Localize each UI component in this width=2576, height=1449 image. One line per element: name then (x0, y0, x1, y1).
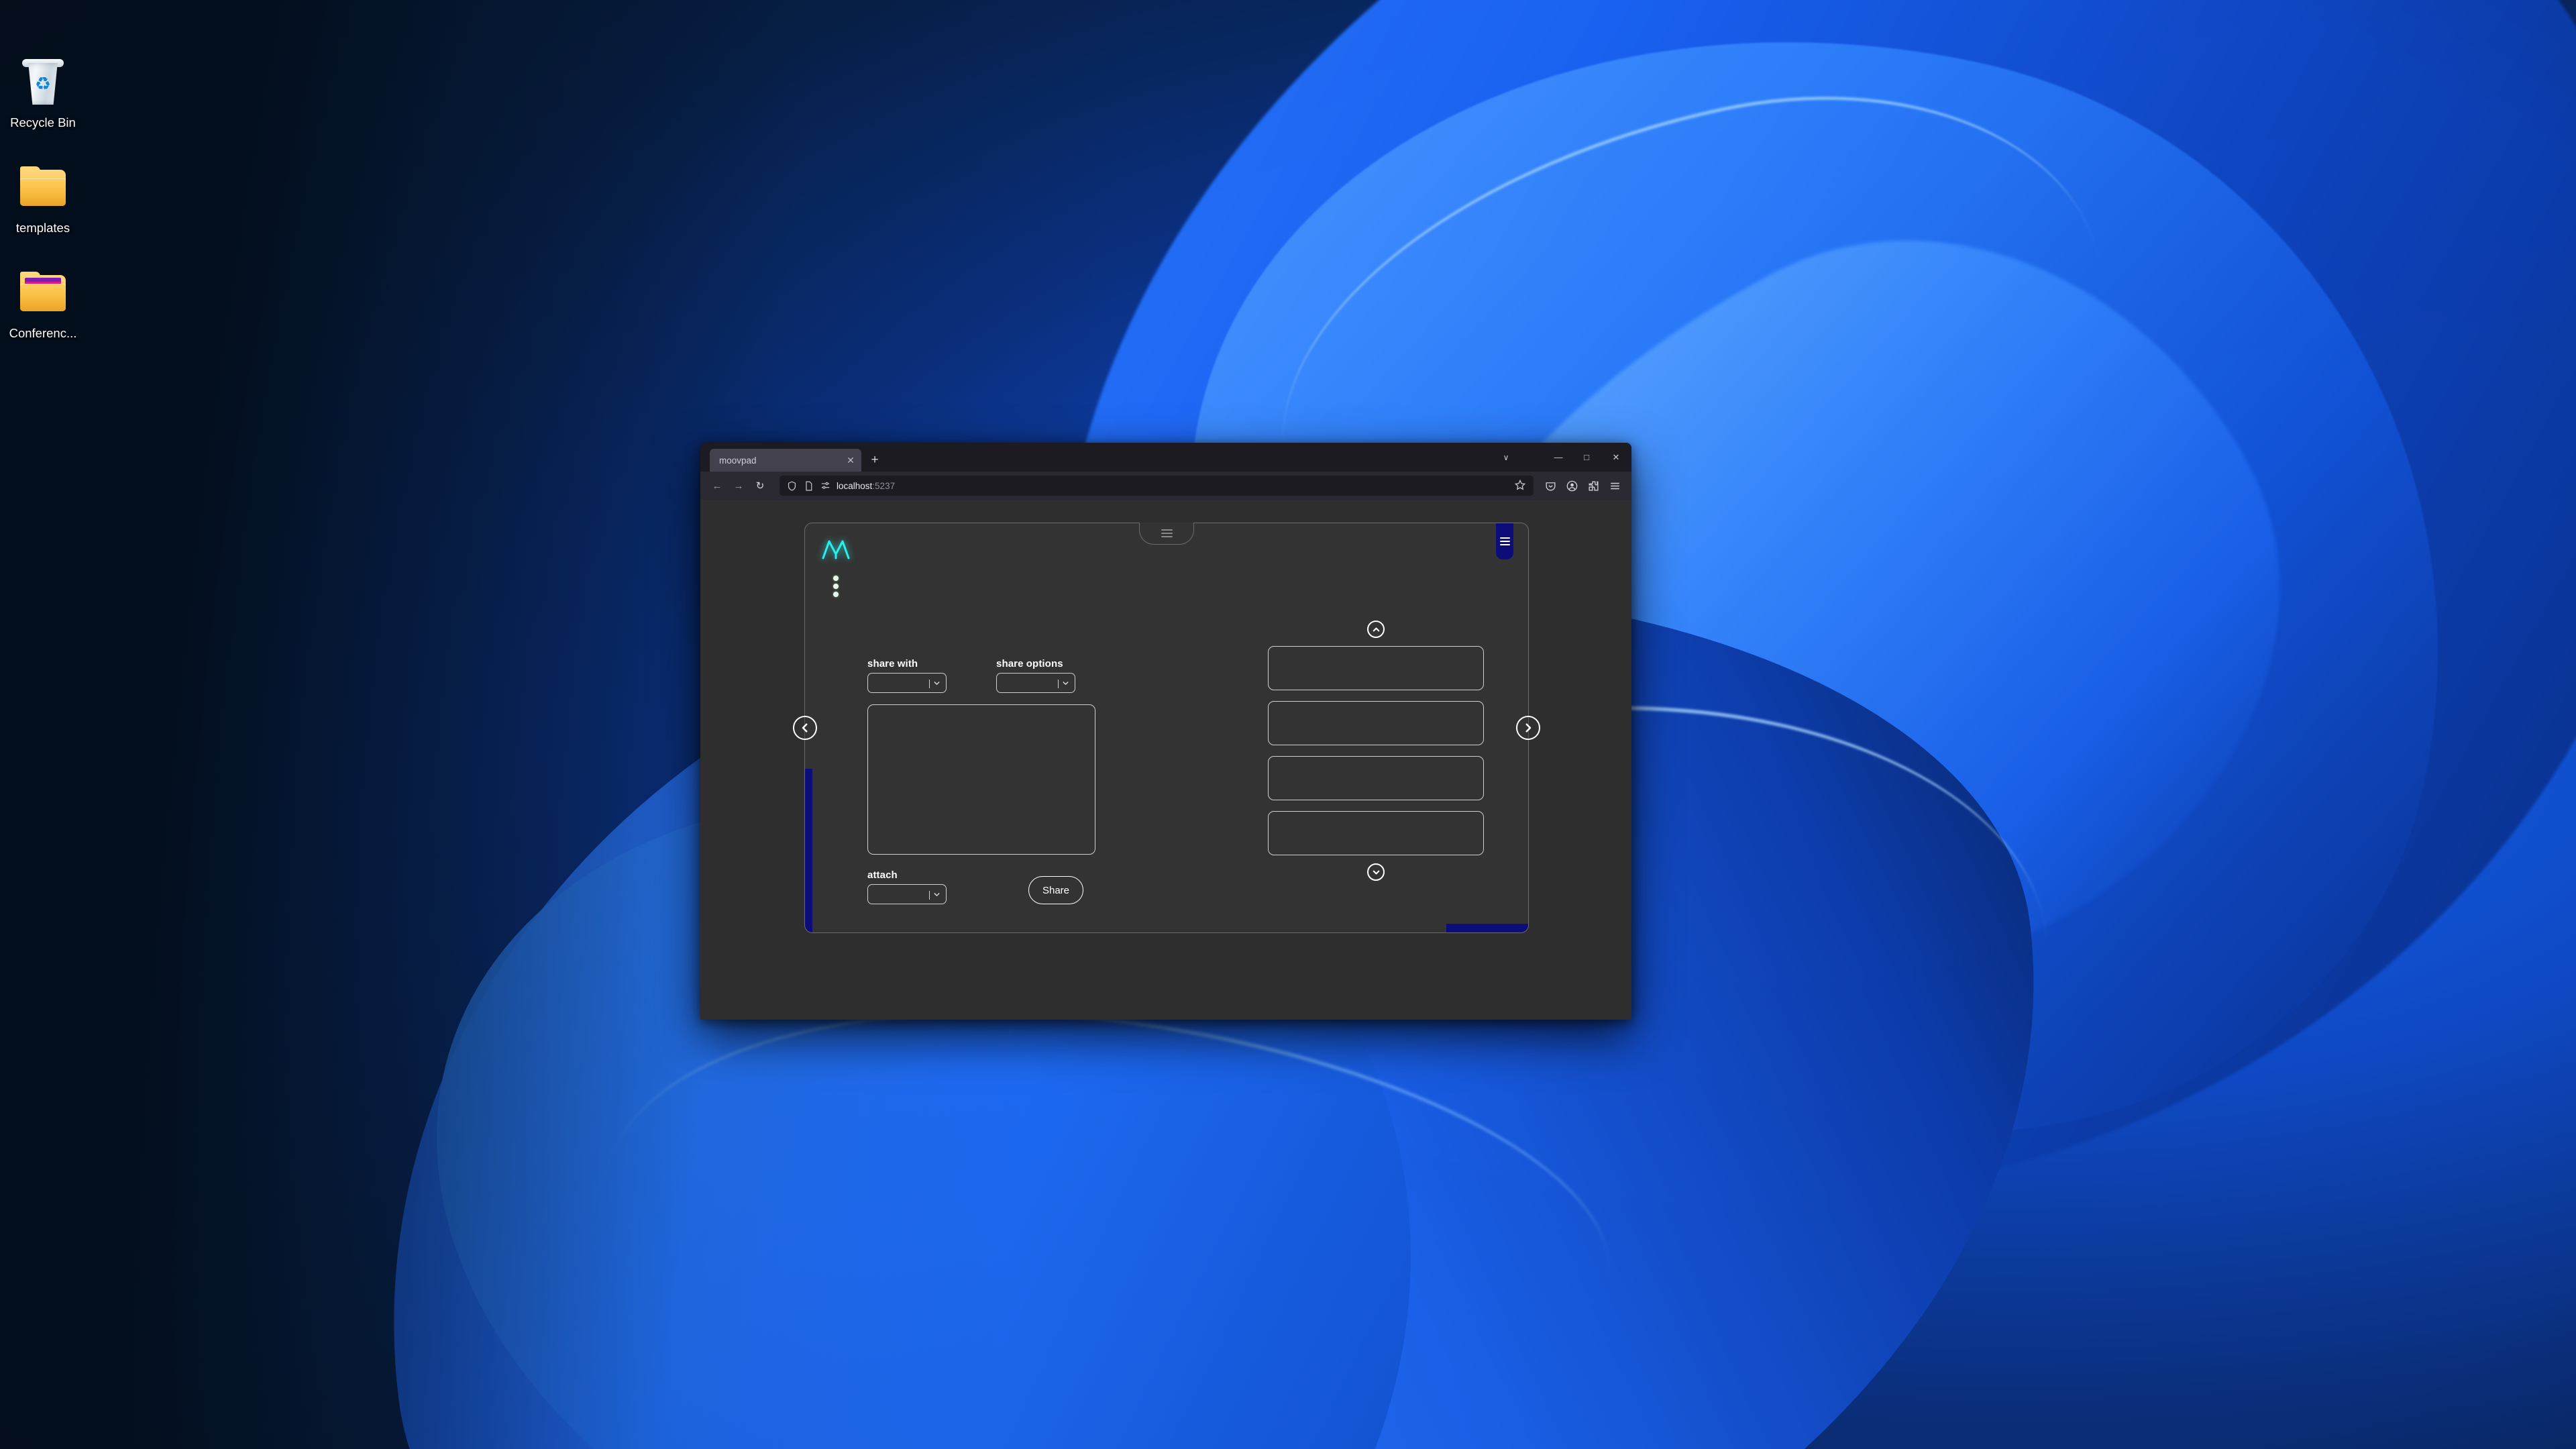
item-list (1268, 646, 1484, 855)
list-item[interactable] (1268, 811, 1484, 855)
previous-page-button[interactable] (793, 716, 817, 740)
desktop-icon-templates[interactable]: templates (0, 158, 86, 243)
list-item[interactable] (1268, 756, 1484, 800)
desktop-icon-label: Recycle Bin (10, 115, 76, 129)
tab-list-icon[interactable]: ∨ (1492, 443, 1520, 472)
attach-value (874, 885, 922, 905)
share-with-label: share with (867, 658, 918, 669)
drag-handle-icon[interactable] (1139, 523, 1194, 545)
minimize-icon[interactable]: — (1544, 443, 1572, 472)
list-item[interactable] (1268, 646, 1484, 690)
share-with-select[interactable] (867, 673, 947, 693)
share-message-value (868, 705, 1095, 717)
extensions-icon[interactable] (1583, 476, 1603, 496)
more-options-icon[interactable] (830, 576, 841, 600)
hamburger-menu-icon[interactable] (1496, 523, 1513, 559)
attach-row: attach Share (867, 869, 1176, 904)
bookmark-star-icon[interactable] (1513, 478, 1528, 493)
account-icon[interactable] (1562, 476, 1582, 496)
accent-bar-bottom (1446, 924, 1528, 932)
folder-icon (11, 164, 75, 214)
reload-icon[interactable]: ↻ (750, 476, 770, 496)
pocket-icon[interactable] (1540, 476, 1560, 496)
chevron-down-icon (932, 890, 941, 899)
share-button[interactable]: Share (1028, 876, 1083, 904)
recycle-bin-icon: ♻ (11, 59, 75, 109)
maximize-icon[interactable]: □ (1572, 443, 1601, 472)
share-options-select[interactable] (996, 673, 1075, 693)
select-divider (1058, 680, 1059, 688)
share-message-textarea[interactable] (867, 704, 1095, 855)
desktop: ♻ Recycle Bin templates Conferenc... moo… (0, 0, 2576, 1449)
accent-bar-left (805, 769, 812, 932)
desktop-icon-label: Conferenc... (9, 326, 77, 340)
share-with-group: share with (867, 658, 947, 693)
url-host: localhost (837, 480, 873, 491)
next-page-button[interactable] (1516, 716, 1540, 740)
browser-tab-title: moovpad (719, 455, 757, 466)
desktop-icon-list: ♻ Recycle Bin templates Conferenc... (0, 52, 86, 368)
select-divider (929, 891, 930, 900)
page-info-icon[interactable] (803, 480, 814, 492)
url-port: :5237 (872, 480, 896, 491)
app-menu-icon[interactable] (1605, 476, 1625, 496)
close-window-icon[interactable]: ✕ (1601, 443, 1631, 472)
attach-select[interactable] (867, 884, 947, 904)
browser-toolbar-right (1540, 476, 1625, 496)
new-tab-icon[interactable]: + (865, 451, 884, 470)
scroll-down-button[interactable] (1367, 863, 1385, 881)
desktop-icon-recycle-bin[interactable]: ♻ Recycle Bin (0, 52, 86, 138)
close-tab-icon[interactable]: ✕ (844, 453, 857, 467)
scroll-up-button[interactable] (1367, 621, 1385, 638)
browser-nav-bar: ← → ↻ localhost:5237 (700, 472, 1631, 500)
moovpad-logo-icon (821, 538, 851, 561)
address-bar[interactable]: localhost:5237 (780, 476, 1534, 496)
attach-group: attach (867, 869, 947, 904)
share-with-value (874, 674, 922, 694)
attach-label: attach (867, 869, 898, 881)
permissions-icon[interactable] (820, 480, 831, 492)
share-options-label: share options (996, 658, 1063, 669)
browser-tab-strip: moovpad ✕ + ∨ — □ ✕ (700, 443, 1631, 472)
back-icon[interactable]: ← (707, 476, 727, 496)
shield-icon[interactable] (786, 480, 798, 492)
chevron-down-icon (1061, 679, 1070, 688)
wallpaper-highlight-3 (580, 951, 1634, 1449)
browser-tab-moovpad[interactable]: moovpad ✕ (710, 449, 861, 472)
window-controls: ∨ — □ ✕ (1492, 443, 1631, 472)
desktop-icon-conference[interactable]: Conferenc... (0, 263, 86, 348)
share-form: share with share options attach Share (867, 658, 1176, 904)
forward-icon[interactable]: → (729, 476, 749, 496)
share-options-value (1003, 674, 1051, 694)
chevron-down-icon (932, 679, 941, 688)
share-selects-row: share with share options (867, 658, 1176, 693)
folder-media-icon (11, 270, 75, 319)
moovpad-app-panel: share with share options attach Share (793, 523, 1540, 933)
desktop-icon-label: templates (15, 221, 70, 235)
item-list-panel (1268, 621, 1484, 881)
browser-window: moovpad ✕ + ∨ — □ ✕ ← → ↻ localhost:5237… (700, 443, 1631, 1020)
select-divider (929, 680, 930, 688)
page-viewport: share with share options attach Share (700, 500, 1631, 1020)
list-item[interactable] (1268, 701, 1484, 745)
url-text: localhost:5237 (837, 481, 1508, 491)
share-options-group: share options (996, 658, 1075, 693)
